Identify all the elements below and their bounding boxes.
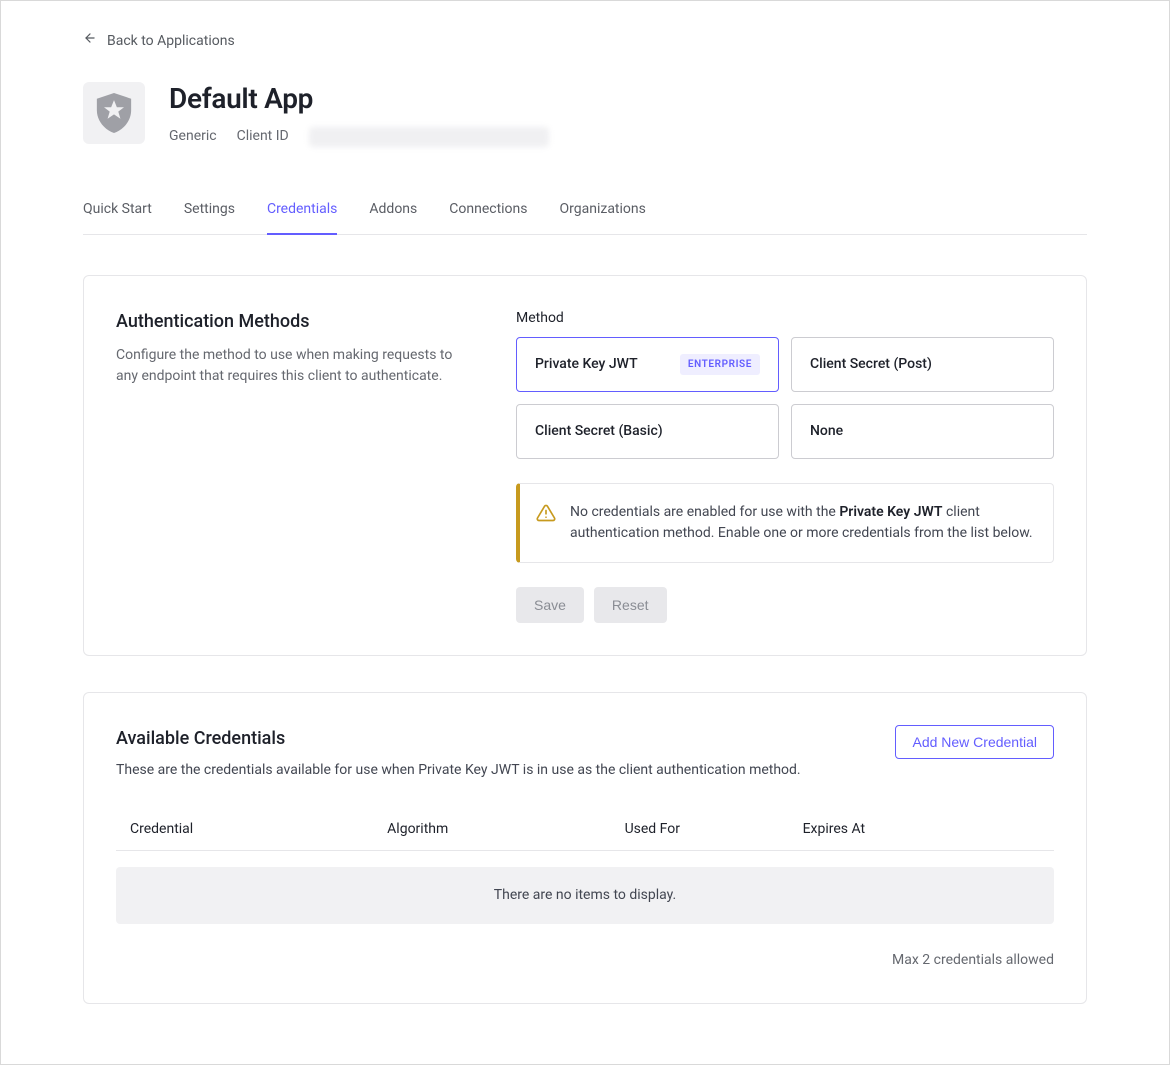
tab-addons[interactable]: Addons: [369, 191, 417, 234]
reset-button[interactable]: Reset: [594, 587, 667, 623]
method-option-label: Client Secret (Post): [810, 354, 932, 375]
add-new-credential-button[interactable]: Add New Credential: [895, 725, 1054, 759]
auth-methods-heading: Authentication Methods: [116, 308, 476, 335]
tabs: Quick Start Settings Credentials Addons Conn…: [83, 191, 1087, 235]
method-option-label: Client Secret (Basic): [535, 421, 663, 442]
tab-credentials[interactable]: Credentials: [267, 191, 337, 234]
method-option-client-secret-post-[interactable]: Client Secret (Post): [791, 337, 1054, 392]
col-expires-at: Expires At: [803, 819, 1040, 840]
auth-methods-description: Configure the method to use when making …: [116, 345, 476, 387]
available-credentials-description: These are the credentials available for …: [116, 760, 801, 781]
available-credentials-heading: Available Credentials: [116, 725, 801, 752]
col-used-for: Used For: [625, 819, 803, 840]
tab-organizations[interactable]: Organizations: [560, 191, 646, 234]
method-option-client-secret-basic-[interactable]: Client Secret (Basic): [516, 404, 779, 459]
method-label: Method: [516, 308, 1054, 329]
app-logo: [83, 82, 145, 144]
col-algorithm: Algorithm: [387, 819, 624, 840]
method-option-private-key-jwt[interactable]: Private Key JWT ENTERPRISE: [516, 337, 779, 392]
tab-quick-start[interactable]: Quick Start: [83, 191, 152, 234]
client-id-value-redacted: [309, 127, 549, 147]
back-link-label: Back to Applications: [107, 31, 235, 52]
warning-alert: No credentials are enabled for use with …: [516, 483, 1054, 563]
col-credential: Credential: [130, 819, 387, 840]
table-header: Credential Algorithm Used For Expires At: [116, 809, 1054, 851]
credentials-footer-note: Max 2 credentials allowed: [116, 950, 1054, 971]
method-option-label: None: [810, 421, 843, 442]
table-empty-row: There are no items to display.: [116, 867, 1054, 924]
warning-icon: [536, 502, 556, 544]
method-option-none[interactable]: None: [791, 404, 1054, 459]
tab-connections[interactable]: Connections: [449, 191, 527, 234]
app-type: Generic: [169, 126, 217, 147]
client-id-label: Client ID: [237, 126, 289, 147]
tab-settings[interactable]: Settings: [184, 191, 235, 234]
save-button[interactable]: Save: [516, 587, 584, 623]
method-option-label: Private Key JWT: [535, 354, 638, 375]
alert-text: No credentials are enabled for use with …: [570, 502, 1033, 544]
enterprise-badge: ENTERPRISE: [680, 354, 760, 375]
arrow-left-icon: [83, 31, 97, 52]
back-to-applications-link[interactable]: Back to Applications: [83, 31, 235, 52]
app-title: Default App: [169, 78, 549, 120]
